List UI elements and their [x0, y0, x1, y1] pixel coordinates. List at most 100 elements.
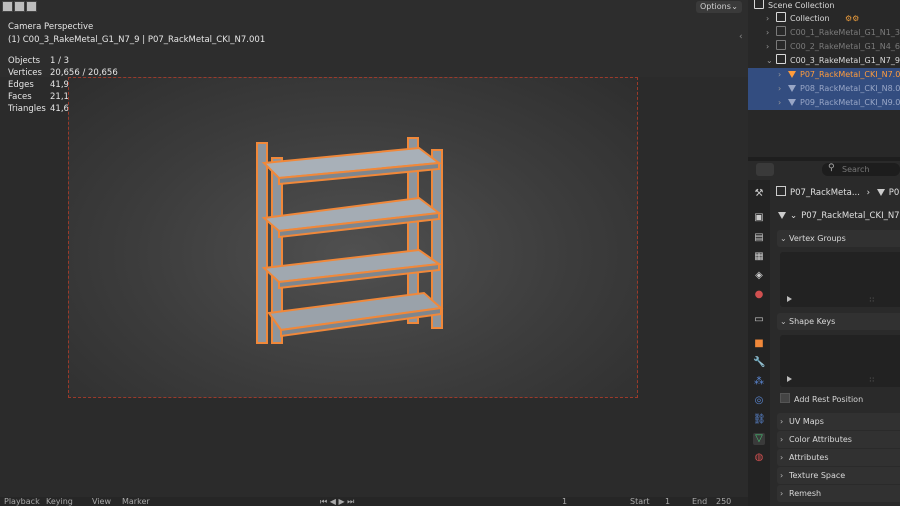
particles-tab-icon[interactable]: ⁂: [753, 376, 765, 388]
stat-key: Objects: [8, 56, 41, 66]
constraints-tab-icon[interactable]: ⛓: [753, 414, 766, 426]
outliner-row-label: P08_RackMetal_CKI_N8.001: [800, 84, 900, 93]
outliner-row-label: P09_RackMetal_CKI_N9.001: [800, 98, 900, 107]
panel-title: Color Attributes: [789, 435, 852, 444]
outliner-row-c00-1[interactable]: › C00_1_RakeMetal_G1_N1_3: [748, 26, 900, 40]
panel-title: Texture Space: [789, 471, 846, 480]
world-tab-icon[interactable]: ●: [753, 289, 765, 301]
mesh-data-tab-icon[interactable]: ▽: [753, 433, 765, 445]
checkbox-icon[interactable]: [780, 393, 790, 403]
view-layer-tab-icon[interactable]: ▦: [753, 251, 765, 263]
start-frame-field[interactable]: 1: [665, 497, 670, 506]
chevron-down-icon: ⌄: [780, 234, 787, 243]
object-data-icons: ⚙⚙: [845, 14, 860, 23]
resize-handle-icon[interactable]: ∷: [870, 376, 874, 384]
vertex-groups-list[interactable]: ∷: [780, 252, 900, 307]
solid-shading-icon[interactable]: [2, 1, 13, 12]
physics-tab-icon[interactable]: ◎: [753, 395, 765, 407]
outliner-row-c00-2[interactable]: › C00_2_RakeMetal_G1_N4_6: [748, 40, 900, 54]
expand-list-icon[interactable]: [787, 296, 792, 302]
checkbox-label: Add Rest Position: [794, 395, 864, 404]
view-mode-icons[interactable]: [2, 1, 37, 12]
outliner-row-collection[interactable]: › Collection ⚙⚙: [748, 12, 900, 26]
current-frame-field[interactable]: 1: [562, 497, 567, 506]
breadcrumb: P07_RackMeta... › P07: [776, 186, 900, 198]
resize-handle-icon[interactable]: ∷: [870, 296, 874, 304]
render-tab-icon[interactable]: ▣: [753, 212, 765, 224]
expand-arrow-icon[interactable]: ›: [748, 12, 776, 26]
scene-tab-icon[interactable]: ◈: [753, 270, 765, 282]
panel-title: Remesh: [789, 489, 822, 498]
chevron-right-icon: ›: [780, 489, 784, 498]
outliner-row-label: Scene Collection: [768, 1, 835, 10]
attributes-panel-header[interactable]: › Attributes: [777, 449, 900, 466]
remesh-panel-header[interactable]: › Remesh: [777, 485, 900, 502]
mesh-datablock-selector[interactable]: ⌄P07_RackMetal_CKI_N7.001: [778, 211, 900, 221]
outliner-row-p07[interactable]: › P07_RackMetal_CKI_N7.001: [748, 68, 900, 82]
expand-arrow-icon[interactable]: ›: [748, 40, 776, 54]
outliner-row-c00-3[interactable]: ⌄ C00_3_RakeMetal_G1_N7_9: [748, 54, 900, 68]
add-rest-position-checkbox[interactable]: Add Rest Position: [780, 393, 863, 404]
properties-tabs[interactable]: ⚒ ▣ ▤ ▦ ◈ ● ▭ ■ 🔧 ⁂ ◎ ⛓ ▽ ◍: [748, 180, 770, 506]
material-shading-icon[interactable]: [26, 1, 37, 12]
expand-list-icon[interactable]: [787, 376, 792, 382]
mesh-name-field[interactable]: P07_RackMetal_CKI_N7.001: [801, 211, 900, 221]
options-label: Options: [700, 2, 731, 11]
breadcrumb-mesh: P07: [888, 188, 900, 198]
expand-arrow-icon[interactable]: ›: [748, 68, 788, 82]
chevron-right-icon: ›: [780, 453, 784, 462]
end-label: End: [692, 497, 708, 506]
stat-key: Edges: [8, 80, 34, 90]
modifier-tab-icon[interactable]: 🔧: [753, 357, 765, 369]
uv-maps-panel-header[interactable]: › UV Maps: [777, 413, 900, 430]
outliner-row-label: C00_3_RakeMetal_G1_N7_9: [790, 56, 900, 65]
playback-controls[interactable]: ⏮ ◀ ▶ ⏭: [320, 497, 354, 506]
expand-arrow-icon[interactable]: ›: [748, 26, 776, 40]
chevron-down-icon: ⌄: [790, 211, 798, 221]
search-icon: ⚲: [828, 163, 835, 173]
outliner-panel[interactable]: Scene Collection › Collection ⚙⚙ › C00_1_R…: [748, 0, 900, 157]
expand-arrow-icon[interactable]: ›: [748, 96, 788, 110]
output-tab-icon[interactable]: ▤: [753, 232, 765, 244]
breadcrumb-separator-icon: ›: [866, 188, 871, 198]
scene-collection-icon: [754, 0, 764, 9]
keying-menu[interactable]: Keying: [46, 497, 73, 506]
active-object-label: (1) C00_3_RakeMetal_G1_N7_9 | P07_RackMe…: [8, 35, 266, 45]
camera-frame: [68, 77, 638, 398]
tool-tab-icon[interactable]: ⚒: [753, 188, 765, 200]
camera-perspective-label: Camera Perspective: [8, 22, 94, 32]
view-menu[interactable]: View: [92, 497, 111, 506]
expand-arrow-icon[interactable]: ›: [748, 82, 788, 96]
panel-title: Attributes: [789, 453, 829, 462]
options-dropdown[interactable]: Options ⌄: [696, 1, 742, 13]
color-attributes-panel-header[interactable]: › Color Attributes: [777, 431, 900, 448]
collection-icon: [776, 40, 786, 50]
collection-icon: [776, 54, 786, 64]
outliner-row-p09[interactable]: › P09_RackMetal_CKI_N9.001: [748, 96, 900, 110]
stat-row: Objects 1 / 3: [8, 56, 118, 68]
sidebar-toggle-icon[interactable]: ‹: [739, 32, 743, 42]
outliner-row-label: C00_1_RakeMetal_G1_N1_3: [790, 28, 900, 37]
object-tab-icon[interactable]: ■: [753, 338, 765, 350]
end-frame-field[interactable]: 250: [716, 497, 731, 506]
wireframe-shading-icon[interactable]: [14, 1, 25, 12]
start-label: Start: [630, 497, 650, 506]
rack-model[interactable]: [69, 78, 639, 399]
material-tab-icon[interactable]: ◍: [753, 452, 765, 464]
shape-keys-list[interactable]: ∷: [780, 335, 900, 387]
vertex-groups-panel-header[interactable]: ⌄ Vertex Groups: [777, 230, 900, 247]
playback-menu[interactable]: Playback: [4, 497, 40, 506]
chevron-down-icon: ⌄: [731, 2, 738, 11]
breadcrumb-object: P07_RackMeta...: [790, 188, 860, 198]
collapse-arrow-icon[interactable]: ⌄: [748, 54, 776, 68]
chevron-right-icon: ›: [780, 417, 784, 426]
timeline-bar[interactable]: Playback Keying View Marker ⏮ ◀ ▶ ⏭ 1 St…: [0, 497, 748, 506]
3d-viewport[interactable]: Options ⌄ Camera Perspective (1) C00_3_Ra…: [0, 0, 748, 506]
shape-keys-panel-header[interactable]: ⌄ Shape Keys: [777, 313, 900, 330]
texture-space-panel-header[interactable]: › Texture Space: [777, 467, 900, 484]
collection-icon: [776, 12, 786, 22]
marker-menu[interactable]: Marker: [122, 497, 150, 506]
editor-type-dropdown[interactable]: [756, 163, 774, 176]
outliner-row-p08[interactable]: › P08_RackMetal_CKI_N8.001: [748, 82, 900, 96]
collection-tab-icon[interactable]: ▭: [753, 314, 765, 326]
